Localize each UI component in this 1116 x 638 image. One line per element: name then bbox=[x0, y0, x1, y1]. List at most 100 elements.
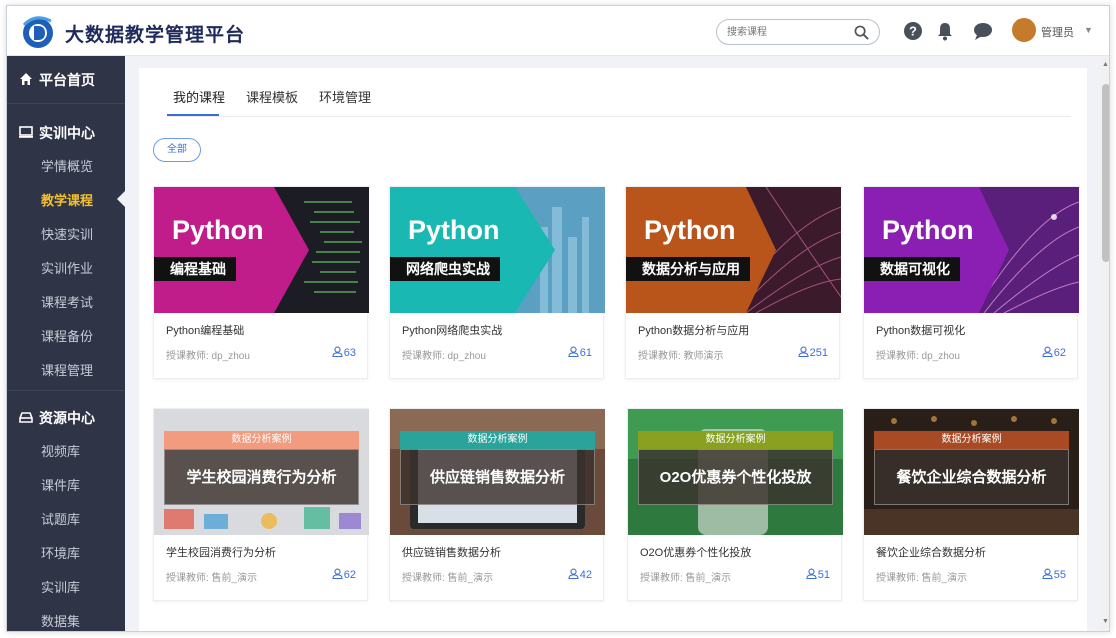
sidebar-item-course-management[interactable]: 课程管理 bbox=[7, 352, 125, 386]
course-title[interactable]: 供应链销售数据分析 bbox=[402, 544, 501, 560]
course-cover: Python 数据分析与应用 bbox=[626, 187, 841, 313]
course-card[interactable]: Python 数据分析与应用 Python数据分析与应用 授课教师: 教师演示 … bbox=[625, 186, 841, 379]
course-cover-badge: 数据分析案例 bbox=[400, 431, 595, 449]
course-cover-art bbox=[390, 187, 605, 313]
search-input[interactable] bbox=[727, 24, 847, 41]
student-count: 62 bbox=[1042, 346, 1066, 359]
student-count: 251 bbox=[798, 346, 828, 359]
student-count: 55 bbox=[1042, 568, 1066, 581]
course-card[interactable]: 数据分析案例 餐饮企业综合数据分析 餐饮企业综合数据分析 授课教师: 售前_演示… bbox=[863, 408, 1079, 601]
course-cover-subtitle: 编程基础 bbox=[154, 257, 236, 281]
course-cover-title: Python bbox=[408, 215, 500, 245]
sidebar-item-video-library[interactable]: 视频库 bbox=[7, 433, 125, 467]
course-cover: 数据分析案例 O2O优惠券个性化投放 bbox=[628, 409, 843, 535]
tab-my-courses[interactable]: 我的课程 bbox=[173, 87, 225, 106]
monitor-icon bbox=[19, 126, 33, 138]
course-cover: 数据分析案例 供应链销售数据分析 bbox=[390, 409, 605, 535]
sidebar-item-quick-training[interactable]: 快速实训 bbox=[7, 216, 125, 250]
course-cover-title: 学生校园消费行为分析 bbox=[164, 449, 359, 505]
user-icon bbox=[568, 568, 579, 579]
sidebar-item-home[interactable]: 平台首页 bbox=[7, 60, 125, 98]
course-card[interactable]: Python 网络爬虫实战 Python网络爬虫实战 授课教师: dp_zhou… bbox=[389, 186, 605, 379]
student-count: 63 bbox=[332, 346, 356, 359]
help-icon[interactable]: ? bbox=[903, 21, 923, 41]
resource-drive-icon bbox=[19, 412, 33, 423]
user-icon bbox=[332, 568, 343, 579]
course-cover-art bbox=[154, 187, 369, 313]
student-count: 51 bbox=[806, 568, 830, 581]
user-name[interactable]: 管理员 bbox=[1041, 24, 1074, 40]
course-title[interactable]: O2O优惠券个性化投放 bbox=[640, 544, 751, 560]
search-icon[interactable] bbox=[854, 25, 869, 40]
sidebar-item-courseware-library[interactable]: 课件库 bbox=[7, 467, 125, 501]
sidebar-item-environment-library[interactable]: 环境库 bbox=[7, 535, 125, 569]
sidebar-item-datasets[interactable]: 数据集 bbox=[7, 603, 125, 631]
tab-environment-management[interactable]: 环境管理 bbox=[319, 87, 371, 106]
course-cover-title: Python bbox=[882, 215, 974, 245]
course-cover-art bbox=[864, 187, 1079, 313]
platform-title: 大数据教学管理平台 bbox=[65, 25, 246, 46]
user-icon bbox=[568, 346, 579, 357]
course-cover: Python 编程基础 bbox=[154, 187, 369, 313]
user-avatar[interactable] bbox=[1012, 18, 1036, 42]
student-count: 61 bbox=[568, 346, 592, 359]
sidebar-item-overview[interactable]: 学情概览 bbox=[7, 148, 125, 182]
course-teacher: 授课教师: dp_zhou bbox=[166, 351, 250, 362]
course-cover-title: Python bbox=[644, 215, 736, 245]
student-count: 42 bbox=[568, 568, 592, 581]
active-tab-indicator bbox=[167, 114, 219, 116]
sidebar-item-training-library[interactable]: 实训库 bbox=[7, 569, 125, 603]
course-teacher: 授课教师: 售前_演示 bbox=[166, 573, 258, 584]
course-card[interactable]: Python 编程基础 Python编程基础 授课教师: dp_zhou 63 bbox=[153, 186, 369, 379]
chevron-down-icon[interactable]: ▼ bbox=[1084, 25, 1093, 35]
course-title[interactable]: Python网络爬虫实战 bbox=[402, 322, 502, 338]
sidebar-group-label: 实训中心 bbox=[39, 125, 95, 141]
course-cover-badge: 数据分析案例 bbox=[164, 431, 359, 449]
course-cover-badge: 数据分析案例 bbox=[874, 431, 1069, 449]
sidebar-item-exams[interactable]: 课程考试 bbox=[7, 284, 125, 318]
sidebar-divider bbox=[7, 103, 125, 104]
course-cover-subtitle: 数据可视化 bbox=[864, 257, 960, 281]
sidebar-item-backup[interactable]: 课程备份 bbox=[7, 318, 125, 352]
scroll-up-arrow-icon[interactable]: ▲ bbox=[1102, 61, 1109, 68]
course-card[interactable]: 数据分析案例 O2O优惠券个性化投放 O2O优惠券个性化投放 授课教师: 售前_… bbox=[627, 408, 843, 601]
course-title[interactable]: 餐饮企业综合数据分析 bbox=[876, 544, 986, 560]
course-cover-subtitle: 网络爬虫实战 bbox=[390, 257, 500, 281]
filter-all-button[interactable]: 全部 bbox=[153, 138, 201, 162]
course-teacher: 授课教师: 售前_演示 bbox=[876, 573, 968, 584]
app-window: 大数据教学管理平台 ? 管理员 ▼ 平台首 bbox=[6, 5, 1110, 632]
sidebar-item-question-bank[interactable]: 试题库 bbox=[7, 501, 125, 535]
user-icon bbox=[798, 346, 809, 357]
sidebar: 平台首页 实训中心 学情概览 教学课程 快速实训 实训作业 课程考试 课程备份 … bbox=[7, 56, 125, 631]
course-cover: 数据分析案例 学生校园消费行为分析 bbox=[154, 409, 369, 535]
message-icon[interactable] bbox=[973, 21, 993, 41]
course-cover-title: 供应链销售数据分析 bbox=[400, 449, 595, 505]
course-card[interactable]: 数据分析案例 学生校园消费行为分析 学生校园消费行为分析 授课教师: 售前_演示… bbox=[153, 408, 369, 601]
course-search-box[interactable] bbox=[716, 19, 880, 45]
scroll-down-arrow-icon[interactable]: ▼ bbox=[1102, 618, 1109, 625]
course-cover-title: O2O优惠券个性化投放 bbox=[638, 449, 833, 505]
scrollbar-thumb[interactable] bbox=[1102, 84, 1109, 262]
course-list-panel: 我的课程 课程模板 环境管理 全部 Python 编程基础 Python编程基础… bbox=[139, 68, 1087, 631]
user-icon bbox=[1042, 568, 1053, 579]
course-card[interactable]: 数据分析案例 供应链销售数据分析 供应链销售数据分析 授课教师: 售前_演示 4… bbox=[389, 408, 605, 601]
sidebar-item-label: 平台首页 bbox=[39, 72, 95, 88]
notification-bell-icon[interactable] bbox=[935, 21, 955, 41]
course-title[interactable]: Python编程基础 bbox=[166, 322, 244, 338]
sidebar-item-assignments[interactable]: 实训作业 bbox=[7, 250, 125, 284]
course-card[interactable]: Python 数据可视化 Python数据可视化 授课教师: dp_zhou 6… bbox=[863, 186, 1079, 379]
course-title[interactable]: Python数据可视化 bbox=[876, 322, 965, 338]
top-header: 大数据教学管理平台 ? 管理员 ▼ bbox=[7, 6, 1109, 56]
sidebar-group-label: 资源中心 bbox=[39, 410, 95, 426]
home-icon bbox=[20, 73, 32, 85]
sidebar-item-teaching-courses[interactable]: 教学课程 bbox=[7, 182, 125, 216]
course-title[interactable]: Python数据分析与应用 bbox=[638, 322, 749, 338]
tab-course-templates[interactable]: 课程模板 bbox=[246, 87, 298, 106]
course-teacher: 授课教师: dp_zhou bbox=[876, 351, 960, 362]
course-cover-art bbox=[626, 187, 841, 313]
sidebar-group-training[interactable]: 实训中心 bbox=[7, 113, 125, 151]
course-cover: Python 数据可视化 bbox=[864, 187, 1079, 313]
course-title[interactable]: 学生校园消费行为分析 bbox=[166, 544, 276, 560]
sidebar-group-resources[interactable]: 资源中心 bbox=[7, 398, 125, 436]
course-teacher: 授课教师: 售前_演示 bbox=[640, 573, 732, 584]
